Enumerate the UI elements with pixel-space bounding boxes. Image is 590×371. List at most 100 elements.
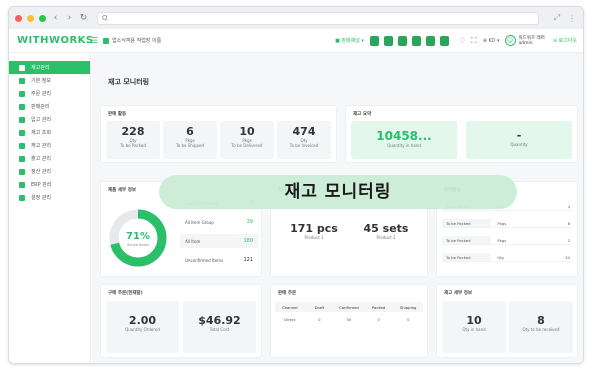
sidebar-item-label: 주문 관리 (31, 91, 51, 97)
app-shortcut-icon[interactable] (439, 35, 449, 46)
stat-label: To be Packed (120, 143, 146, 148)
overlay-caption: 재고 모니터링 (159, 175, 517, 209)
row-label: All Item Group (185, 219, 214, 225)
app-shortcut-icon[interactable] (425, 35, 435, 46)
sales-stat: 474 Qty To be Invoiced (277, 121, 331, 159)
card-title: 판매 주문 (278, 291, 297, 296)
stat-value: 228 (121, 125, 145, 138)
inventory-detail-stat: 8 Qty to be received (509, 301, 573, 353)
activity-value: 4 (567, 203, 570, 209)
activity-row: To be Packed Pkgs 2 (442, 236, 572, 245)
table-cell: 0 (377, 316, 380, 322)
column-header: Confirmed (339, 304, 359, 310)
sidebar: 재고관리기본 정보주문 관리판매관리입고 관리재고 조회재고 관리출고 관리 정산… (9, 53, 91, 363)
minimize-window-dot[interactable] (27, 14, 34, 22)
sidebar-item-label: 설정 관리 (31, 195, 51, 201)
activity-unit: Pkgs (497, 220, 507, 226)
logout-button[interactable]: ⊖ 로그아웃 (553, 37, 577, 44)
sidebar-item[interactable]: 설정 관리 (9, 191, 90, 204)
app-shortcut-icon[interactable] (411, 35, 421, 46)
donut-label: Active Items (127, 243, 149, 247)
sidebar-item-icon (19, 77, 25, 84)
expand-icon[interactable]: ⤢ (552, 13, 562, 23)
purchase-order-card: 구매 주문(현재달) 2.00 Quantity Ordered $46.92 Tot… (100, 284, 262, 358)
sidebar-item[interactable]: 재고 관리 (9, 139, 90, 152)
fullscreen-icon[interactable]: ⛶ (471, 36, 477, 46)
stat-value: 6 (186, 125, 194, 138)
stat-label: Qty to be received (522, 327, 560, 332)
stat-value: 2.00 (128, 314, 157, 327)
reload-icon[interactable]: ↻ (79, 13, 88, 23)
logo[interactable]: WITHWORKS (17, 35, 93, 46)
product-detail-row: All Item Group 39 (180, 215, 258, 229)
app-header: WITHWORKS ☰ 업소식객용 작업장 이름 ■ 판매채널 ▾ ♢ ⛶ ⊕ … (9, 29, 583, 53)
sales-activity-card: 판매 활동 228 Qty To be Packed 6 Pkgs To be Shipp… (100, 105, 337, 163)
top-selling-item[interactable]: 171 pcs Product 1 (281, 222, 347, 240)
sidebar-item-label: 판매관리 (31, 104, 50, 110)
sidebar-item[interactable]: 판매관리 (9, 100, 90, 113)
sidebar-item[interactable]: 기본 정보 (9, 74, 90, 87)
item-value: 171 pcs (290, 222, 338, 235)
sidebar-item-icon (19, 142, 25, 149)
store-icon (103, 37, 109, 44)
table-header: Channel Draft Confirmed Packed Shipping (275, 302, 423, 312)
row-value: 180 (243, 238, 253, 244)
close-window-dot[interactable] (15, 14, 22, 22)
sidebar-item[interactable]: 재고관리 (9, 61, 90, 74)
channel-selector[interactable]: ■ 판매채널 ▾ (335, 37, 364, 44)
sidebar-item-icon (19, 181, 25, 188)
activity-value: 6 (567, 220, 570, 226)
user-info[interactable]: 워드위즈 래퍼 admin (519, 36, 545, 46)
sidebar-item[interactable]: 입고 관리 (9, 113, 90, 126)
activity-value: 34 (565, 254, 570, 260)
stat-label: To be Shipped (175, 143, 205, 148)
bell-icon[interactable]: ♢ (459, 36, 466, 45)
quantity-in-hand-box: 10458... Quantity in hand (351, 121, 457, 159)
column-header: Channel (282, 304, 298, 310)
sidebar-item-icon (19, 64, 25, 71)
sidebar-item-label: 재고 관리 (31, 143, 51, 149)
back-icon[interactable]: ‹ (51, 13, 60, 23)
stat-value: 10 (466, 314, 482, 327)
sidebar-item[interactable]: ERP 관리 (9, 178, 90, 191)
breadcrumb: 업소식객용 작업장 이름 (112, 38, 162, 44)
purchase-order-stat: $46.92 Total Cost (183, 301, 256, 353)
activity-status: To be Packed (442, 253, 492, 261)
page-title: 재고 모니터링 (108, 78, 150, 86)
language-selector[interactable]: ⊕ KO ▾ (483, 38, 500, 44)
sidebar-item[interactable]: 재고 조회 (9, 126, 90, 139)
activity-value: 2 (567, 237, 570, 243)
quantity-in-hand-label: Quantity in hand (387, 143, 421, 148)
sidebar-item[interactable]: 출고 관리 (9, 152, 90, 165)
forward-icon[interactable]: › (65, 13, 74, 23)
inventory-summary-card: 재고 요약 10458... Quantity in hand - Quanti… (345, 105, 578, 163)
maximize-window-dot[interactable] (39, 14, 46, 22)
sidebar-item[interactable]: 정산 관리 (9, 165, 90, 178)
app-shortcut-icon[interactable] (383, 35, 393, 46)
menu-icon[interactable]: ☰ (91, 36, 101, 45)
item-label: Product 1 (304, 235, 324, 240)
sidebar-item[interactable]: 주문 관리 (9, 87, 90, 100)
sidebar-item-label: 재고 조회 (31, 130, 51, 136)
stat-value: $46.92 (198, 314, 241, 327)
sidebar-item-label: 입고 관리 (31, 117, 51, 123)
sidebar-item-icon (19, 116, 25, 123)
address-bar[interactable]: Q (97, 11, 539, 25)
activity-row: To be Packed Qty 34 (442, 253, 572, 262)
sidebar-item-icon (19, 103, 25, 110)
inventory-detail-stat: 10 Qty in hand (442, 301, 506, 353)
app-shortcut-icon[interactable] (369, 35, 379, 46)
item-label: Product 2 (376, 235, 396, 240)
stat-label: To be Invoiced (289, 143, 319, 148)
sales-stat: 6 Pkgs To be Shipped (163, 121, 217, 159)
table-cell: Direct (284, 316, 296, 322)
app-shortcut-icon[interactable] (397, 35, 407, 46)
card-title: 제품 세부 정보 (108, 188, 136, 193)
more-icon[interactable]: ⋮ (567, 14, 577, 23)
stat-label: Qty in hand (462, 327, 486, 332)
sidebar-item-label: 재고관리 (31, 65, 50, 71)
sales-order-card: 판매 주문 Channel Draft Confirmed Packed Shippin… (270, 284, 428, 358)
avatar[interactable]: ☺ (504, 35, 516, 46)
top-selling-item[interactable]: 45 sets Product 2 (353, 222, 419, 240)
product-detail-row: Unconfirmed Items 121 (180, 253, 258, 267)
